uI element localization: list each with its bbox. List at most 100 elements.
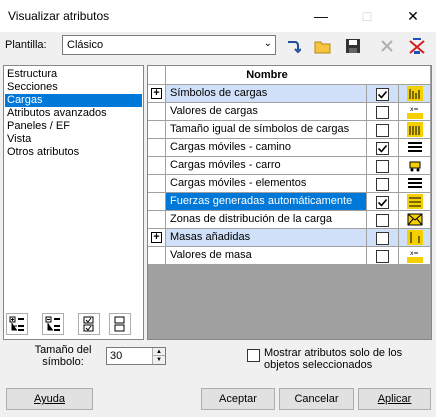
row-label[interactable]: Zonas de distribución de la carga [166, 211, 367, 229]
delete-template-button [376, 35, 398, 57]
row-label[interactable]: Valores de masa [166, 247, 367, 265]
symbol-size-value[interactable]: 30 [110, 350, 122, 362]
table-row[interactable]: Tamaño igual de símbolos de cargas [148, 121, 431, 139]
row-expander-cell [148, 103, 166, 121]
checkbox-checked[interactable] [376, 88, 389, 101]
checkbox-unchecked[interactable] [376, 106, 389, 119]
cancel-button[interactable]: Cancelar [279, 388, 354, 410]
template-settings-button[interactable] [406, 35, 428, 57]
row-label[interactable]: Tamaño igual de símbolos de cargas [166, 121, 367, 139]
row-icon-cell [399, 139, 431, 157]
list-item[interactable]: Vista [5, 133, 142, 146]
row-expander-cell [148, 193, 166, 211]
row-icon-cell [399, 175, 431, 193]
grid-header-corner [148, 66, 166, 85]
row-label[interactable]: Cargas móviles - camino [166, 139, 367, 157]
spin-down-icon[interactable]: ▼ [152, 356, 165, 364]
collapse-all-button[interactable] [42, 313, 64, 335]
checkbox-unchecked[interactable] [376, 124, 389, 137]
row-expander-cell [148, 157, 166, 175]
attribute-category-list[interactable]: Estructura Secciones Cargas Atributos av… [3, 65, 144, 340]
table-row[interactable]: + Símbolos de cargas [148, 85, 431, 103]
apply-template-button[interactable] [282, 35, 304, 57]
apply-button[interactable]: Aplicar [358, 388, 431, 410]
row-label[interactable]: Masas añadidas [166, 229, 367, 247]
path-lines-icon [407, 140, 423, 155]
table-row[interactable]: Cargas móviles - elementos [148, 175, 431, 193]
table-row[interactable]: Cargas móviles - camino [148, 139, 431, 157]
table-row[interactable]: Zonas de distribución de la carga [148, 211, 431, 229]
row-checkbox-cell[interactable] [367, 139, 399, 157]
row-expander-cell[interactable]: + [148, 229, 166, 247]
list-item[interactable]: Otros atributos [5, 146, 142, 159]
plantilla-select[interactable]: Clásico ⌄ [62, 35, 276, 55]
save-template-button[interactable] [342, 35, 364, 57]
cart-icon [407, 158, 423, 173]
close-icon[interactable]: ✕ [390, 0, 436, 32]
plus-icon[interactable]: + [151, 88, 162, 99]
checkbox-unchecked[interactable] [376, 232, 389, 245]
checkbox-checked[interactable] [376, 196, 389, 209]
row-checkbox-cell[interactable] [367, 85, 399, 103]
row-icon-cell [399, 193, 431, 211]
grid-header: Nombre [166, 66, 431, 85]
row-expander-cell [148, 121, 166, 139]
checkbox-unchecked[interactable] [376, 214, 389, 227]
folder-icon [314, 41, 331, 53]
show-selected-checkbox[interactable] [247, 349, 260, 362]
row-checkbox-cell[interactable] [367, 211, 399, 229]
apply-label: Aplicar [377, 393, 412, 405]
column-header-nombre[interactable]: Nombre [166, 69, 368, 81]
checkmark-icon [377, 90, 388, 99]
list-item[interactable]: Secciones [5, 81, 142, 94]
row-expander-cell[interactable]: + [148, 85, 166, 103]
show-selected-label-line1: Mostrar atributos solo de los [264, 347, 403, 359]
row-expander-cell [148, 211, 166, 229]
mass-values-icon: x= [407, 248, 423, 263]
table-row[interactable]: Valores de masa x= [148, 247, 431, 265]
table-row[interactable]: Fuerzas generadas automáticamente [148, 193, 431, 211]
open-folder-button[interactable] [312, 35, 334, 57]
list-item[interactable]: Estructura [5, 68, 142, 81]
row-checkbox-cell[interactable] [367, 121, 399, 139]
symbol-size-label: Tamaño del símbolo: [33, 344, 93, 368]
uncheck-all-button[interactable] [109, 313, 131, 335]
row-label[interactable]: Cargas móviles - elementos [166, 175, 367, 193]
row-icon-cell [399, 85, 431, 103]
row-label[interactable]: Valores de cargas [166, 103, 367, 121]
row-checkbox-cell[interactable] [367, 247, 399, 265]
chevron-down-icon[interactable]: ⌄ [264, 38, 272, 49]
row-checkbox-cell[interactable] [367, 157, 399, 175]
load-bars-icon [407, 86, 423, 101]
load-values-icon: x= [407, 104, 423, 119]
row-checkbox-cell[interactable] [367, 103, 399, 121]
help-button[interactable]: Ayuda [6, 388, 93, 410]
checkmark-icon [377, 144, 388, 153]
row-label[interactable]: Símbolos de cargas [166, 85, 367, 103]
plus-icon[interactable]: + [151, 232, 162, 243]
checkbox-unchecked[interactable] [376, 250, 389, 263]
row-label[interactable]: Cargas móviles - carro [166, 157, 367, 175]
row-label[interactable]: Fuerzas generadas automáticamente [166, 193, 367, 211]
table-row[interactable]: Cargas móviles - carro [148, 157, 431, 175]
checkbox-unchecked[interactable] [376, 160, 389, 173]
list-item-selected[interactable]: Cargas [5, 94, 142, 107]
symbol-size-stepper[interactable]: 30 ▲ ▼ [106, 347, 166, 365]
table-row[interactable]: + Masas añadidas [148, 229, 431, 247]
auto-forces-icon [407, 194, 423, 209]
row-checkbox-cell[interactable] [367, 229, 399, 247]
spin-up-icon[interactable]: ▲ [152, 348, 165, 356]
checkbox-unchecked[interactable] [376, 178, 389, 191]
minimize-icon[interactable]: — [298, 0, 344, 32]
row-checkbox-cell[interactable] [367, 175, 399, 193]
check-all-button[interactable] [78, 313, 100, 335]
accept-button[interactable]: Aceptar [201, 388, 275, 410]
row-expander-cell [148, 139, 166, 157]
checkbox-checked[interactable] [376, 142, 389, 155]
expand-all-button[interactable] [6, 313, 28, 335]
checkmark-icon [377, 198, 388, 207]
table-row[interactable]: Valores de cargas x= [148, 103, 431, 121]
list-item[interactable]: Atributos avanzados [5, 107, 142, 120]
list-item[interactable]: Paneles / EF [5, 120, 142, 133]
row-checkbox-cell[interactable] [367, 193, 399, 211]
